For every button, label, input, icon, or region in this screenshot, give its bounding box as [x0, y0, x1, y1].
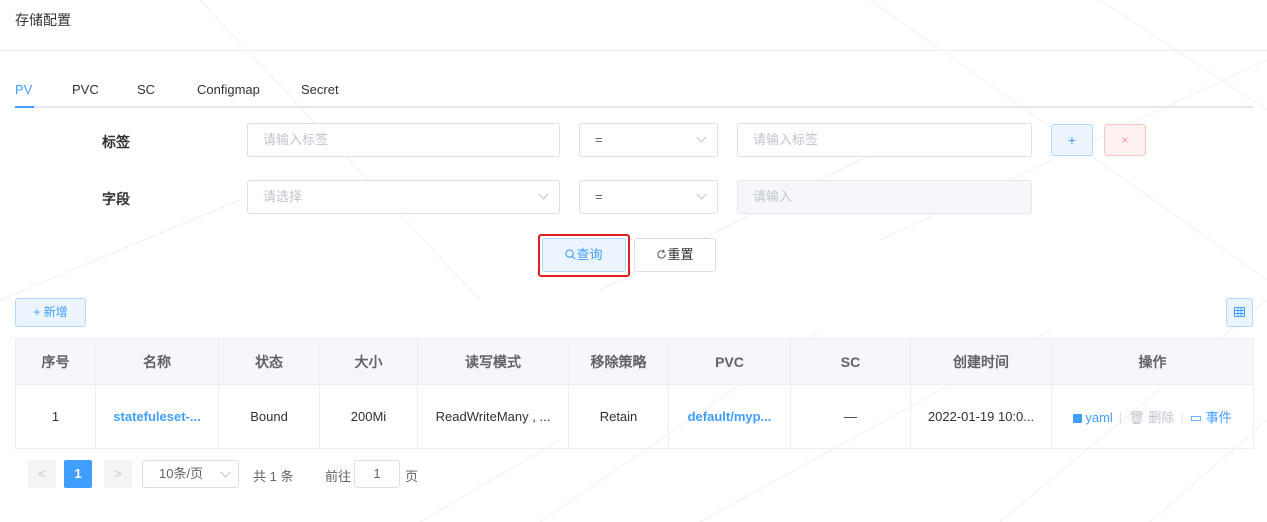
query-button-highlight: [538, 234, 630, 277]
column-header-status: 状态: [218, 338, 320, 385]
yaml-action[interactable]: yaml: [1073, 410, 1113, 425]
column-header-index: 序号: [15, 338, 96, 385]
yaml-action-label: yaml: [1085, 410, 1113, 425]
events-action-label: 事件: [1205, 410, 1232, 425]
field-key-placeholder: 请选择: [263, 189, 303, 204]
page-number-current[interactable]: 1: [64, 460, 92, 488]
column-header-name: 名称: [95, 338, 219, 385]
table-row: 1 statefuleset-... Bound 200Mi ReadWrite…: [15, 384, 1254, 449]
column-header-reclaim-policy: 移除策略: [568, 338, 669, 385]
cell-actions: yaml | 🗑 删除 | ▭ 事件: [1051, 384, 1254, 449]
cell-index: 1: [15, 384, 96, 449]
delete-action[interactable]: 🗑 删除: [1128, 410, 1174, 425]
field-filter-label: 字段: [102, 191, 130, 207]
reset-button[interactable]: 重置: [634, 238, 716, 272]
label-operator-value: =: [595, 132, 603, 147]
goto-page-input[interactable]: 1: [354, 460, 400, 488]
column-header-actions: 操作: [1051, 338, 1254, 385]
page-size-select[interactable]: 10条/页: [142, 460, 239, 488]
pv-table: 序号 名称 状态 大小 读写模式 移除策略 PVC SC 创建时间 操作 1 s…: [15, 338, 1254, 449]
page-title: 存储配置: [15, 12, 71, 28]
page-suffix: 页: [405, 469, 419, 484]
cell-name-link[interactable]: statefuleset-...: [95, 384, 219, 449]
add-filter-button[interactable]: +: [1051, 124, 1093, 156]
add-new-button[interactable]: + 新增: [15, 298, 86, 327]
trash-icon: 🗑: [1128, 410, 1149, 425]
chevron-down-icon: [220, 467, 231, 478]
tab-active-indicator: [15, 106, 34, 108]
tab-configmap[interactable]: Configmap: [197, 82, 260, 97]
field-key-select[interactable]: 请选择: [247, 180, 560, 214]
total-count: 共 1 条: [253, 469, 294, 484]
delete-action-label: 删除: [1148, 410, 1175, 425]
grid-icon: [1234, 307, 1245, 317]
field-operator-select[interactable]: =: [579, 180, 718, 214]
events-action[interactable]: ▭ 事件: [1190, 410, 1232, 425]
yaml-icon: [1073, 414, 1083, 423]
cell-reclaim-policy: Retain: [568, 384, 669, 449]
cell-created: 2022-01-19 10:0...: [910, 384, 1052, 449]
reset-button-label: 重置: [667, 247, 694, 262]
chevron-down-icon: [696, 189, 707, 200]
label-operator-select[interactable]: =: [579, 123, 718, 157]
field-value-input: 请输入: [737, 180, 1032, 214]
column-header-sc: SC: [790, 338, 911, 385]
cell-access-mode: ReadWriteMany , ...: [417, 384, 569, 449]
column-header-size: 大小: [319, 338, 418, 385]
title-divider: [0, 50, 1267, 51]
remove-filter-button[interactable]: ×: [1104, 124, 1146, 156]
label-filter-label: 标签: [102, 134, 130, 150]
table-header-row: 序号 名称 状态 大小 读写模式 移除策略 PVC SC 创建时间 操作: [15, 338, 1254, 385]
cell-status: Bound: [218, 384, 320, 449]
tab-secret[interactable]: Secret: [301, 82, 339, 97]
tab-pv[interactable]: PV: [15, 82, 32, 97]
tab-sc[interactable]: SC: [137, 82, 155, 97]
goto-label: 前往: [325, 469, 352, 484]
message-icon: ▭: [1189, 410, 1206, 425]
column-settings-button[interactable]: [1226, 298, 1253, 327]
cell-sc: —: [790, 384, 911, 449]
column-header-created: 创建时间: [910, 338, 1052, 385]
column-header-pvc: PVC: [668, 338, 791, 385]
plus-icon: +: [33, 305, 41, 319]
tab-pvc[interactable]: PVC: [72, 82, 99, 97]
column-header-access-mode: 读写模式: [417, 338, 569, 385]
refresh-icon: [657, 249, 667, 259]
action-separator: |: [1118, 410, 1123, 425]
chevron-down-icon: [696, 132, 707, 143]
field-operator-value: =: [595, 189, 603, 204]
add-new-label: 新增: [43, 305, 68, 319]
tab-bar: PV PVC SC Configmap Secret: [15, 74, 1253, 108]
label-key-input[interactable]: 请输入标签: [247, 123, 560, 157]
chevron-down-icon: [538, 189, 549, 200]
cell-pvc-link[interactable]: default/myp...: [668, 384, 791, 449]
action-separator: |: [1180, 410, 1184, 425]
prev-page-button[interactable]: <: [28, 460, 56, 488]
cell-size: 200Mi: [319, 384, 418, 449]
page-size-value: 10条/页: [159, 466, 204, 481]
next-page-button[interactable]: >: [104, 460, 132, 488]
label-value-input[interactable]: 请输入标签: [737, 123, 1032, 157]
